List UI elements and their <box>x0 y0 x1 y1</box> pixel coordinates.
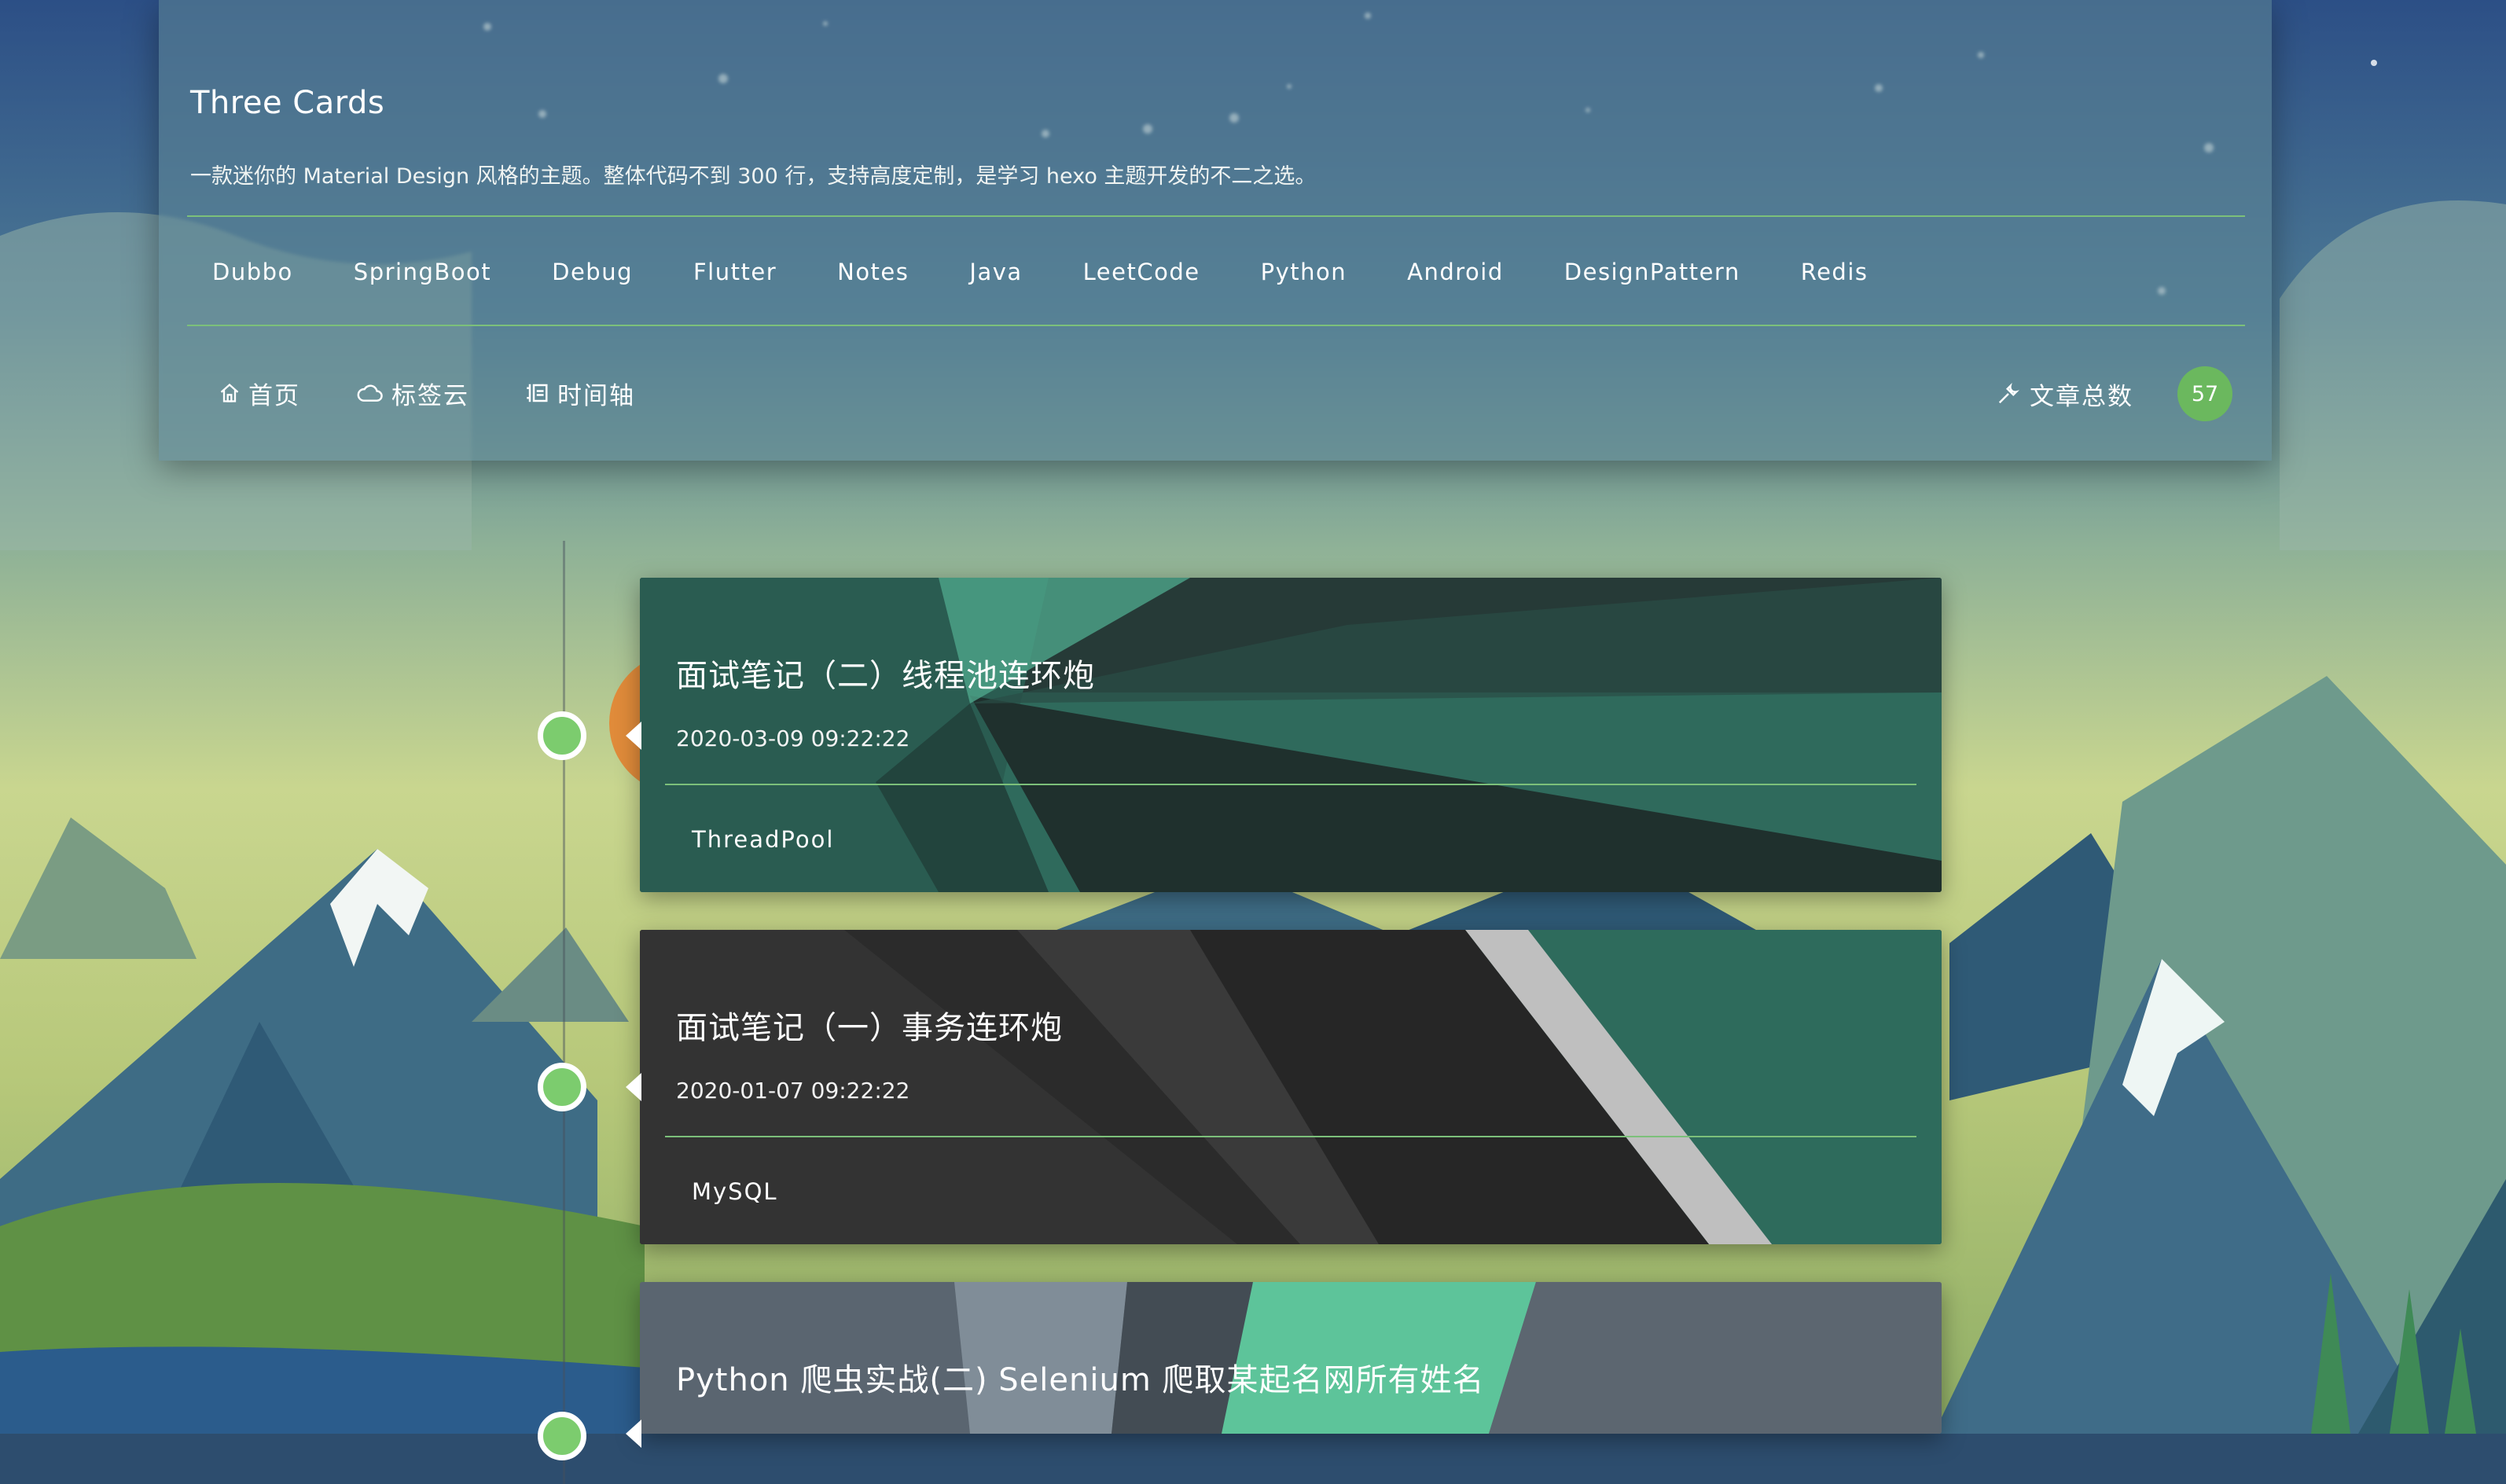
nav-timeline-label: 时间轴 <box>557 381 635 410</box>
post-tag[interactable]: MySQL <box>692 1178 778 1205</box>
header-divider-bottom <box>187 325 2245 326</box>
post-card[interactable]: 面试笔记（一）事务连环炮 2020-01-07 09:22:22 MySQL <box>640 930 1942 1244</box>
timeline-pointer-2 <box>626 1073 641 1101</box>
header-divider-top <box>187 215 2245 217</box>
timeline-line <box>563 541 565 1484</box>
cloud-icon <box>357 384 383 402</box>
post-title[interactable]: 面试笔记（二）线程池连环炮 <box>676 650 1095 696</box>
post-card[interactable]: 面试笔记（二）线程池连环炮 2020-03-09 09:22:22 Thread… <box>640 578 1942 892</box>
post-tag[interactable]: ThreadPool <box>692 826 834 853</box>
post-title[interactable]: Python 爬虫实战(二) Selenium 爬取某起名网所有姓名 <box>676 1354 1485 1400</box>
post-title[interactable]: 面试笔记（一）事务连环炮 <box>676 1002 1063 1048</box>
tag-link-leetcode[interactable]: LeetCode <box>1083 259 1200 285</box>
tag-link-designpattern[interactable]: DesignPattern <box>1564 259 1740 285</box>
nav-tag-cloud[interactable]: 标签云 <box>357 376 469 411</box>
timeline-pointer-1 <box>626 722 641 750</box>
site-description: 一款迷你的 Material Design 风格的主题。整体代码不到 300 行… <box>190 164 1317 189</box>
timeline-icon <box>527 384 548 402</box>
header-card: Three Cards 一款迷你的 Material Design 风格的主题。… <box>159 0 2272 461</box>
tool-icon <box>1998 383 2019 404</box>
tag-link-flutter[interactable]: Flutter <box>693 259 777 285</box>
tag-link-notes[interactable]: Notes <box>837 259 909 285</box>
tag-link-java[interactable]: Java <box>969 259 1022 285</box>
home-icon <box>220 383 239 402</box>
timeline-dot-3 <box>538 1412 586 1460</box>
nav-tag-cloud-label: 标签云 <box>391 381 469 410</box>
article-count-label-wrap: 文章总数 <box>1997 377 2133 412</box>
tag-link-python[interactable]: Python <box>1261 259 1347 285</box>
tag-link-springboot[interactable]: SpringBoot <box>354 259 491 285</box>
site-title[interactable]: Three Cards <box>190 85 384 121</box>
article-count: 文章总数 57 <box>1997 366 2232 421</box>
post-divider <box>665 1136 1916 1137</box>
timeline-dot-1 <box>538 711 586 760</box>
main-nav: 首页 标签云 时间轴 <box>187 369 660 417</box>
post-divider <box>665 784 1916 785</box>
article-count-label: 文章总数 <box>2030 382 2133 411</box>
tag-link-redis[interactable]: Redis <box>1801 259 1868 285</box>
post-card[interactable]: Python 爬虫实战(二) Selenium 爬取某起名网所有姓名 <box>640 1282 1942 1434</box>
tag-link-dubbo[interactable]: Dubbo <box>212 259 293 285</box>
timeline-dot-2 <box>538 1063 586 1111</box>
timeline-pointer-3 <box>626 1420 641 1448</box>
tag-link-debug[interactable]: Debug <box>552 259 633 285</box>
nav-home[interactable]: 首页 <box>219 376 300 411</box>
tag-link-android[interactable]: Android <box>1407 259 1504 285</box>
nav-home-label: 首页 <box>248 381 300 410</box>
nav-timeline[interactable]: 时间轴 <box>526 376 635 411</box>
post-date: 2020-01-07 09:22:22 <box>676 1078 910 1104</box>
post-date: 2020-03-09 09:22:22 <box>676 725 910 751</box>
tag-list: Dubbo SpringBoot Debug Flutter Notes Jav… <box>187 248 1904 296</box>
article-count-badge: 57 <box>2177 366 2232 421</box>
